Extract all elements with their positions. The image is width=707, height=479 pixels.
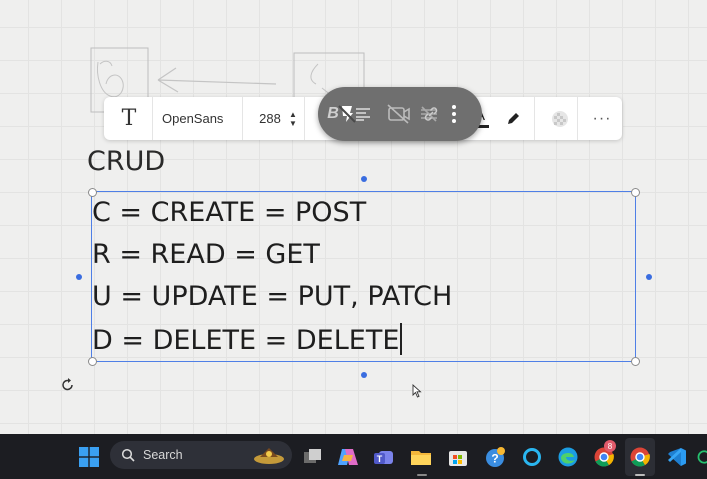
connector-dot-left[interactable] (76, 274, 82, 280)
vscode-icon[interactable] (665, 434, 689, 479)
toolbar-divider (534, 97, 535, 140)
cortana-icon[interactable] (520, 434, 544, 479)
svg-text:?: ? (491, 451, 498, 465)
mouse-cursor-icon (412, 383, 422, 403)
resize-handle-bottom-right[interactable] (631, 357, 640, 366)
hide-camera-icon[interactable] (384, 87, 414, 141)
font-size-field[interactable]: 288 (250, 97, 290, 140)
pen-icon[interactable] (502, 97, 524, 140)
search-icon (121, 448, 135, 462)
sketch-doodle (97, 60, 124, 98)
sketch-arrow (157, 67, 277, 93)
search-label: Search (143, 448, 183, 462)
text-tool-icon[interactable]: T (114, 97, 144, 140)
windows-start-icon[interactable] (78, 434, 100, 479)
text-line: U = UPDATE = PUT, PATCH (92, 281, 453, 312)
toolbar-divider (152, 97, 153, 140)
more-options-icon[interactable]: ··· (590, 97, 614, 140)
text-line-last: D = DELETE = DELETE (92, 323, 403, 356)
chrome-active-icon[interactable] (625, 438, 655, 476)
board-heading[interactable]: CRUD (87, 146, 165, 177)
resize-handle-top-left[interactable] (88, 188, 97, 197)
taskbar-search-box[interactable]: Search (110, 441, 292, 469)
stepper-up-icon[interactable]: ▲ (289, 110, 297, 119)
connector-dot-bottom[interactable] (361, 372, 367, 378)
toolbar-divider (577, 97, 578, 140)
svg-text:T: T (377, 454, 383, 464)
fill-transparent-icon[interactable] (547, 97, 573, 140)
link-icon[interactable] (418, 87, 444, 141)
stepper-down-icon[interactable]: ▼ (289, 119, 297, 128)
text-line: D = DELETE = DELETE (92, 325, 400, 356)
pill-menu-icon[interactable] (444, 87, 464, 141)
toolbar-divider (304, 97, 305, 140)
rotate-icon[interactable] (61, 378, 75, 397)
search-highlight-icon (254, 448, 284, 464)
task-view-icon[interactable] (301, 434, 325, 479)
help-app-icon[interactable]: ? (483, 434, 507, 479)
text-line: C = CREATE = POST (92, 197, 367, 228)
font-family-select[interactable]: OpenSans (162, 97, 243, 140)
overlay-control-pill: B (318, 87, 482, 141)
connector-dot-right[interactable] (646, 274, 652, 280)
copilot-icon[interactable] (336, 434, 360, 479)
running-indicator (417, 474, 427, 476)
overflow-app-icon[interactable] (697, 434, 707, 479)
file-explorer-icon[interactable] (409, 434, 433, 479)
text-line: R = READ = GET (92, 239, 320, 270)
text-caret (400, 323, 403, 355)
chrome-notification-badge: 8 (604, 440, 616, 452)
microsoft-store-icon[interactable] (446, 434, 470, 479)
resize-handle-top-right[interactable] (631, 188, 640, 197)
resize-handle-bottom-left[interactable] (88, 357, 97, 366)
active-indicator (635, 474, 645, 476)
font-size-stepper[interactable]: ▲ ▼ (286, 97, 300, 140)
edge-icon[interactable] (556, 434, 580, 479)
connector-dot-top[interactable] (361, 176, 367, 182)
teams-icon[interactable]: T (372, 434, 396, 479)
align-text-icon[interactable] (352, 87, 374, 141)
